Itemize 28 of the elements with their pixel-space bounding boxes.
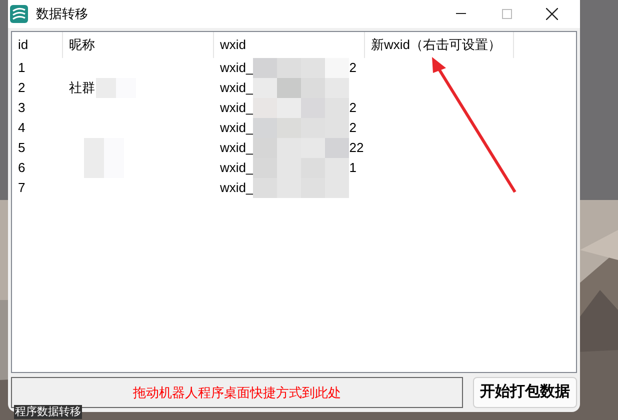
table-cell: 5	[18, 140, 26, 156]
table-cell: 4	[18, 120, 26, 136]
column-header[interactable]: id	[12, 32, 63, 58]
table-cell-text: wxid_	[220, 79, 254, 98]
table-cell-text: 2	[349, 119, 356, 138]
column-header[interactable]: 昵称	[63, 32, 214, 58]
table-cell-text: wxid_	[220, 159, 254, 178]
table-cell: 6	[18, 160, 26, 176]
table-cell-text: wxid_	[220, 99, 254, 118]
table-cell: 7	[18, 180, 26, 196]
table-cell-text: wxid_	[220, 119, 254, 138]
table-cell: 3	[18, 100, 26, 116]
window-title: 数据转移	[36, 5, 88, 24]
table-cell-text: 2	[349, 59, 356, 78]
table-cell-text: wxid_	[220, 179, 254, 198]
table-cell-text: 22	[349, 139, 364, 158]
column-header[interactable]: 新wxid（右击可设置）	[365, 32, 514, 58]
table-cell-text: 社群	[69, 79, 95, 98]
table-cell-text: 1	[349, 159, 356, 178]
table-cell-text: wxid_	[220, 59, 254, 78]
table-cell-text: wxid_	[220, 139, 254, 158]
minimize-icon[interactable]	[456, 13, 466, 15]
table-cell: 1	[18, 60, 26, 76]
start-button[interactable]: 开始打包数据	[473, 377, 577, 408]
table-cell: 2	[18, 80, 26, 96]
close-icon[interactable]	[546, 8, 558, 20]
desktop-icon-label: 程序数据转移	[14, 405, 82, 419]
table-cell-text: 2	[349, 99, 356, 118]
